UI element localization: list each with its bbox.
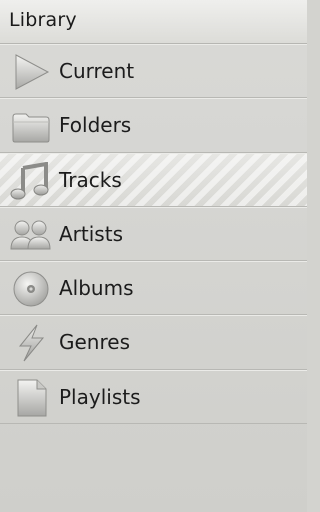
library-screen: Library Current Folders Tracks Artists A… [0, 0, 307, 512]
menu-item-tracks[interactable]: Tracks [0, 152, 307, 207]
menu-item-label: Playlists [59, 384, 141, 409]
menu-item-albums[interactable]: Albums [0, 261, 307, 316]
menu-item-label: Artists [59, 221, 123, 246]
menu-item-label: Genres [59, 330, 130, 355]
menu-item-playlists[interactable]: Playlists [0, 369, 307, 425]
document-icon [10, 379, 52, 417]
menu-item-folders[interactable]: Folders [0, 98, 307, 153]
people-icon [10, 216, 52, 254]
lightning-icon [10, 324, 52, 362]
folder-icon [10, 107, 52, 145]
play-icon [10, 53, 52, 91]
library-menu: Current Folders Tracks Artists Albums Ge… [0, 44, 307, 425]
page-title: Library [9, 9, 77, 31]
menu-item-label: Albums [59, 276, 134, 301]
menu-item-current[interactable]: Current [0, 44, 307, 99]
menu-item-label: Tracks [59, 167, 122, 192]
music-note-icon [10, 161, 52, 200]
disc-icon [10, 270, 52, 308]
header-bar: Library [0, 0, 307, 44]
menu-item-genres[interactable]: Genres [0, 315, 307, 370]
menu-item-label: Current [59, 59, 135, 83]
menu-item-artists[interactable]: Artists [0, 206, 307, 262]
menu-item-label: Folders [59, 113, 132, 138]
